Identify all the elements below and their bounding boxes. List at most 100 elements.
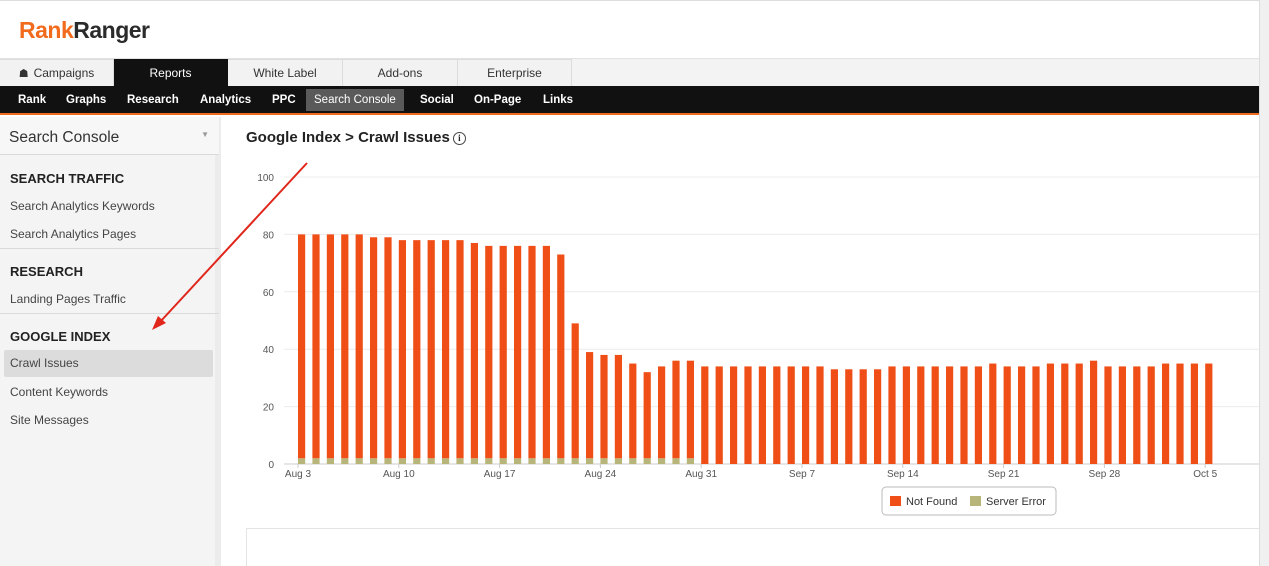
legend-label-server-error: Server Error bbox=[986, 496, 1046, 508]
bar-not-found bbox=[787, 366, 795, 464]
y-tick-label: 20 bbox=[263, 403, 275, 414]
bar-not-found bbox=[355, 234, 363, 459]
tab-white-label[interactable]: White Label bbox=[228, 59, 343, 87]
bar-not-found bbox=[456, 240, 464, 459]
x-tick-label: Aug 3 bbox=[285, 469, 312, 480]
bar-server-error bbox=[571, 458, 579, 464]
tab-label: Reports bbox=[149, 66, 192, 80]
tab-campaigns[interactable]: ☗ Campaigns bbox=[0, 59, 114, 87]
bar-not-found bbox=[1205, 363, 1213, 464]
bar-server-error bbox=[312, 458, 320, 464]
bar-not-found bbox=[830, 369, 838, 464]
bar-not-found bbox=[1147, 366, 1155, 464]
bar-not-found bbox=[1032, 366, 1040, 464]
bar-not-found bbox=[586, 352, 594, 459]
bar-not-found bbox=[312, 234, 320, 459]
y-tick-label: 60 bbox=[263, 288, 275, 299]
bar-server-error bbox=[557, 458, 565, 464]
tab-enterprise[interactable]: Enterprise bbox=[458, 59, 572, 87]
bar-server-error bbox=[470, 458, 478, 464]
bar-server-error bbox=[427, 458, 435, 464]
tab-reports[interactable]: Reports bbox=[114, 59, 228, 87]
bar-not-found bbox=[816, 366, 824, 464]
bar-not-found bbox=[557, 254, 565, 459]
subnav-rank[interactable]: Rank bbox=[10, 89, 54, 111]
bar-not-found bbox=[514, 245, 522, 459]
x-tick-label: Sep 21 bbox=[988, 469, 1020, 480]
subnav-on-page[interactable]: On-Page bbox=[466, 89, 529, 111]
bar-not-found bbox=[744, 366, 752, 464]
bar-not-found bbox=[1162, 363, 1170, 464]
bar-server-error bbox=[485, 458, 493, 464]
bar-not-found bbox=[730, 366, 738, 464]
bar-not-found bbox=[989, 363, 997, 464]
sidebar-item-crawl-issues[interactable]: Crawl Issues bbox=[4, 350, 213, 377]
bar-not-found bbox=[1046, 363, 1054, 464]
tab-label: Enterprise bbox=[487, 66, 542, 80]
bar-not-found bbox=[1190, 363, 1198, 464]
tab-add-ons[interactable]: Add-ons bbox=[343, 59, 458, 87]
data-table-panel bbox=[246, 528, 1266, 566]
main-content: Google Index > Crawl Issues i 0 20 40 60 80 10… bbox=[226, 117, 1266, 566]
app-header: RankRanger bbox=[0, 0, 1269, 58]
sidebar-item-search-analytics-pages[interactable]: Search Analytics Pages bbox=[10, 227, 136, 241]
bar-server-error bbox=[514, 458, 522, 464]
bar-server-error bbox=[341, 458, 349, 464]
sidebar-item-landing-pages-traffic[interactable]: Landing Pages Traffic bbox=[10, 292, 126, 306]
sidebar-item-search-analytics-keywords[interactable]: Search Analytics Keywords bbox=[10, 199, 155, 213]
x-tick-label: Sep 14 bbox=[887, 469, 919, 480]
bar-not-found bbox=[845, 369, 853, 464]
subnav-links[interactable]: Links bbox=[535, 89, 581, 111]
bar-not-found bbox=[1133, 366, 1141, 464]
bar-server-error bbox=[672, 458, 680, 464]
subnav-social[interactable]: Social bbox=[412, 89, 462, 111]
page: RankRanger ☗ Campaigns Reports White Labe… bbox=[0, 0, 1269, 566]
x-tick-label: Sep 7 bbox=[789, 469, 816, 480]
subnav-graphs[interactable]: Graphs bbox=[58, 89, 114, 111]
subnav-research[interactable]: Research bbox=[119, 89, 187, 111]
bar-not-found bbox=[1003, 366, 1011, 464]
bar-not-found bbox=[398, 240, 406, 459]
bar-server-error bbox=[600, 458, 608, 464]
tab-label: White Label bbox=[253, 66, 317, 80]
subnav-analytics[interactable]: Analytics bbox=[192, 89, 259, 111]
bar-not-found bbox=[715, 366, 723, 464]
bar-not-found bbox=[917, 366, 925, 464]
bar-not-found bbox=[946, 366, 954, 464]
bar-not-found bbox=[1118, 366, 1126, 464]
bar-server-error bbox=[528, 458, 536, 464]
window-scrollbar[interactable] bbox=[1259, 0, 1269, 566]
subnav-ppc[interactable]: PPC bbox=[264, 89, 304, 111]
crawl-issues-chart: 0 20 40 60 80 100 Aug 3 Aug 10 Aug 17 Aug 24 Aug 3… bbox=[257, 173, 1261, 516]
bar-server-error bbox=[413, 458, 421, 464]
sidebar-dropdown[interactable]: Search Console ▼ bbox=[0, 117, 219, 155]
tab-label: Campaigns bbox=[33, 66, 95, 80]
bar-server-error bbox=[298, 458, 306, 464]
bar-server-error bbox=[658, 458, 666, 464]
reports-subnav: Rank Graphs Research Analytics PPC Searc… bbox=[0, 86, 1269, 115]
bar-server-error bbox=[456, 458, 464, 464]
bar-server-error bbox=[643, 458, 651, 464]
x-tick-label: Sep 28 bbox=[1089, 469, 1121, 480]
bar-not-found bbox=[758, 366, 766, 464]
bar-server-error bbox=[586, 458, 594, 464]
bar-server-error bbox=[686, 458, 694, 464]
bar-not-found bbox=[1061, 363, 1069, 464]
home-icon: ☗ bbox=[18, 68, 29, 80]
bar-not-found bbox=[874, 369, 882, 464]
sidebar-item-content-keywords[interactable]: Content Keywords bbox=[10, 385, 108, 399]
y-tick-label: 40 bbox=[263, 345, 275, 356]
bar-not-found bbox=[341, 234, 349, 459]
bar-not-found bbox=[384, 237, 392, 459]
bar-not-found bbox=[614, 354, 622, 459]
x-tick-label: Aug 24 bbox=[585, 469, 617, 480]
bar-server-error bbox=[384, 458, 392, 464]
subnav-search-console[interactable]: Search Console bbox=[306, 89, 404, 111]
bar-not-found bbox=[1104, 366, 1112, 464]
x-tick-label: Aug 31 bbox=[685, 469, 717, 480]
bar-not-found bbox=[499, 245, 507, 459]
bar-not-found bbox=[528, 245, 536, 459]
bar-server-error bbox=[326, 458, 334, 464]
rankranger-logo[interactable]: RankRanger bbox=[19, 17, 150, 44]
sidebar-item-site-messages[interactable]: Site Messages bbox=[10, 413, 89, 427]
